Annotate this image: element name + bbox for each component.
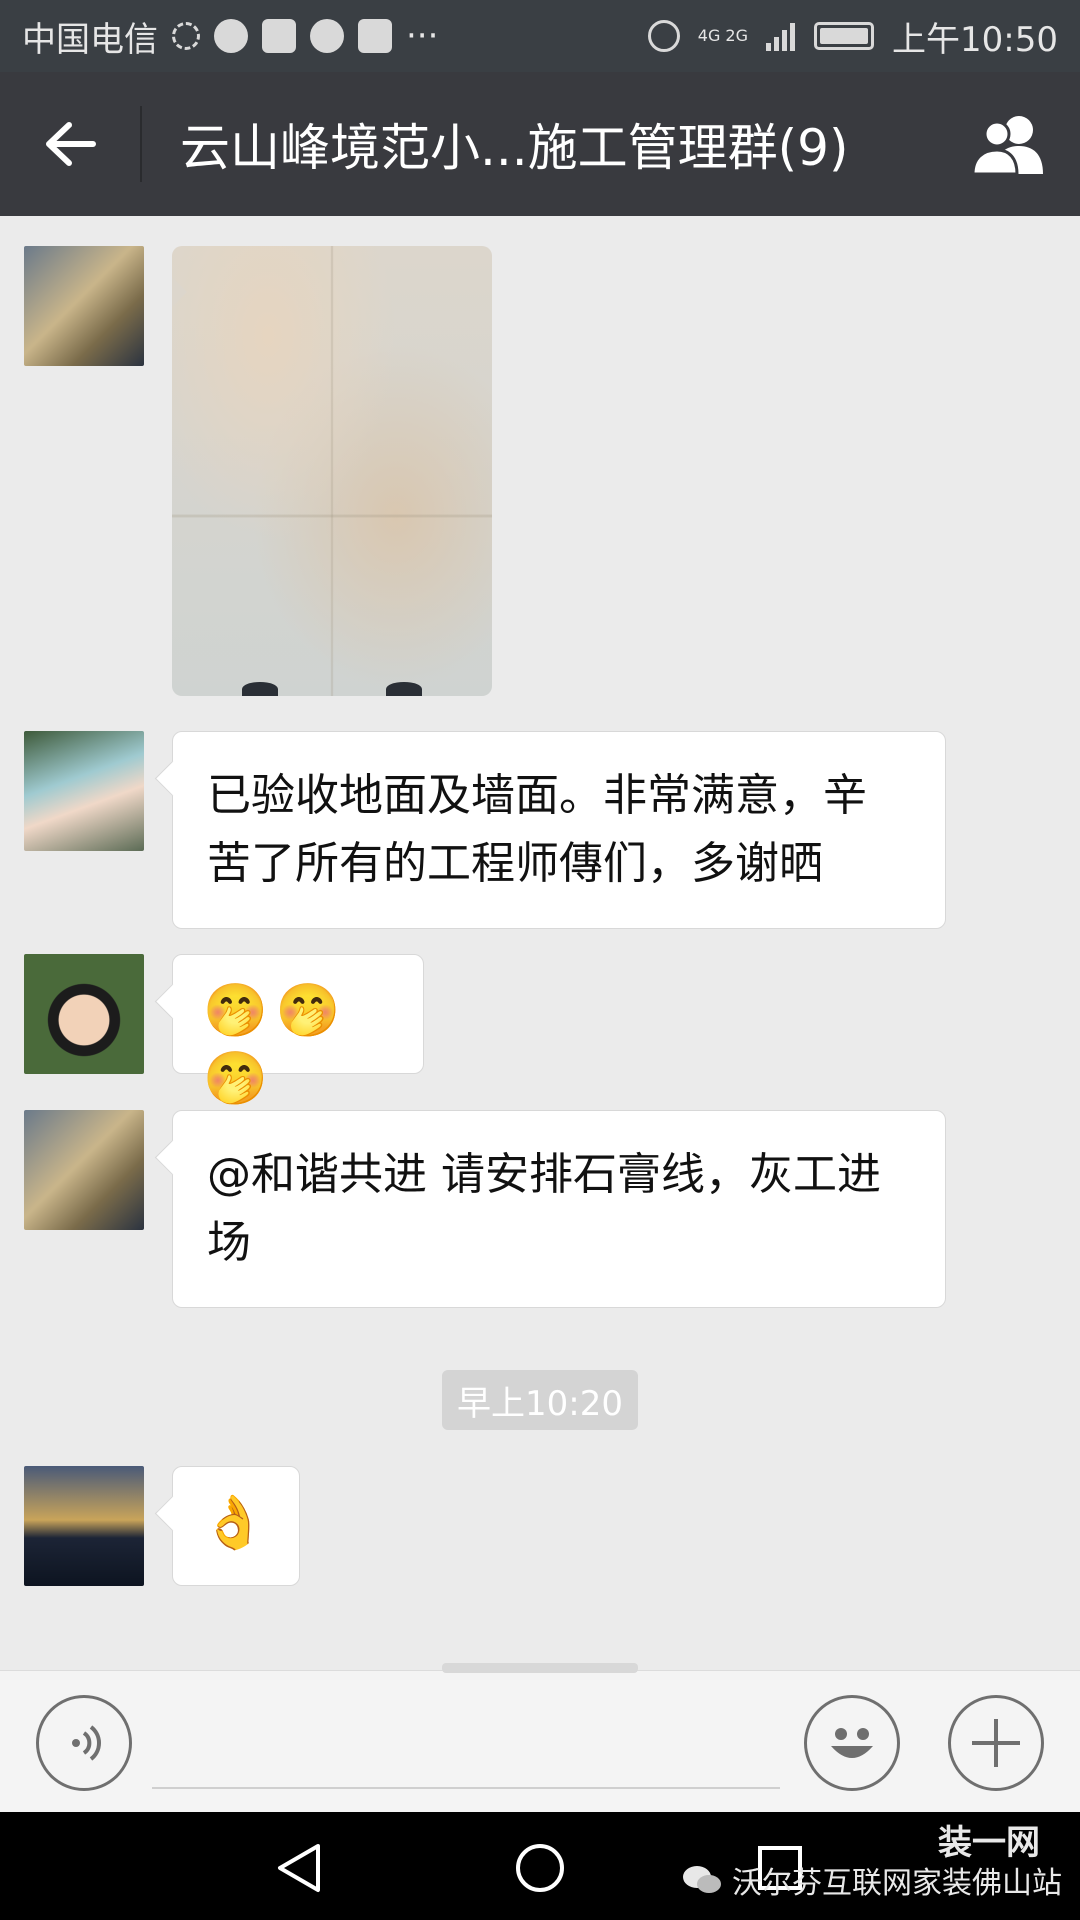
avatar[interactable] — [24, 246, 144, 366]
emoji-text: 👌 — [201, 1493, 274, 1553]
avatar[interactable] — [24, 954, 144, 1074]
arrow-left-icon — [46, 122, 96, 166]
text-message[interactable]: 已验收地面及墙面。非常满意，辛 苦了所有的工程师傳们，多谢晒 — [172, 731, 946, 929]
battery-icon — [814, 22, 875, 50]
brightness-icon — [172, 22, 200, 50]
emoji-message[interactable]: 👌 — [172, 1466, 300, 1586]
avatar[interactable] — [24, 1110, 144, 1230]
signal-icon — [766, 23, 796, 51]
more-button[interactable] — [948, 1695, 1044, 1791]
image-message[interactable] — [172, 246, 492, 696]
avatar[interactable] — [24, 731, 144, 851]
carrier-label: 中国电信 — [22, 19, 158, 60]
battery-alert-icon — [262, 19, 296, 53]
avatar[interactable] — [24, 1466, 144, 1586]
photo-detail — [242, 682, 278, 696]
emoji-text: 🤭🤭🤭 — [203, 981, 349, 1109]
system-nav-bar: 沃尔芬互联网家装佛山站 装一网 — [0, 1812, 1080, 1920]
text-message[interactable]: @和谐共进 请安排石膏线，灰工进 场 — [172, 1110, 946, 1308]
message-line: 已验收地面及墙面。非常满意，辛 — [207, 770, 867, 821]
header-divider — [140, 106, 142, 182]
message-input[interactable] — [152, 1787, 780, 1789]
status-bar: 中国电信 ··· 4G 2G 上午10:50 — [0, 0, 1080, 72]
input-bar — [0, 1663, 1080, 1812]
watermark-text: 沃尔芬互联网家装佛山站 — [732, 1866, 1062, 1901]
overflow-notifications: ··· — [406, 16, 439, 56]
emoji-button[interactable] — [804, 1695, 900, 1791]
uc-browser-icon — [310, 19, 344, 53]
message-line: 苦了所有的工程师傳们，多谢晒 — [207, 838, 823, 889]
app-notification-icon — [214, 19, 248, 53]
watermark-logo: 装一网 — [938, 1823, 1040, 1863]
nav-back-icon[interactable] — [274, 1842, 324, 1894]
alarm-icon — [647, 20, 680, 52]
timestamp-badge: 早上10:20 — [442, 1370, 638, 1430]
smiley-icon — [831, 1728, 873, 1758]
group-members-button[interactable] — [940, 72, 1080, 216]
emoji-message[interactable]: 🤭🤭🤭 — [172, 954, 424, 1109]
message-line: 场 — [207, 1217, 251, 1268]
message-line: @和谐共进 请安排石膏线，灰工进 — [207, 1149, 881, 1200]
voice-button[interactable] — [36, 1695, 132, 1791]
scroll-handle — [442, 1663, 638, 1673]
back-button[interactable] — [0, 72, 140, 216]
network-type: 4G 2G — [697, 26, 749, 45]
plus-icon — [972, 1719, 1020, 1767]
group-members-icon — [971, 116, 1043, 174]
chat-header: 云山峰境范小...施工管理群(9) — [0, 72, 1080, 216]
voice-icon — [72, 1725, 101, 1761]
wechat-icon — [683, 1866, 721, 1893]
app-notification-icon-2 — [358, 19, 392, 53]
watermark: 沃尔芬互联网家装佛山站 — [682, 1858, 1062, 1902]
chat-messages[interactable]: 已验收地面及墙面。非常满意，辛 苦了所有的工程师傳们，多谢晒 🤭🤭🤭 @和谐共进… — [0, 216, 1080, 1670]
photo-detail — [386, 682, 422, 696]
nav-home-icon[interactable] — [514, 1842, 566, 1894]
chat-title: 云山峰境范小...施工管理群(9) — [180, 119, 849, 177]
status-time: 上午10:50 — [892, 19, 1058, 60]
